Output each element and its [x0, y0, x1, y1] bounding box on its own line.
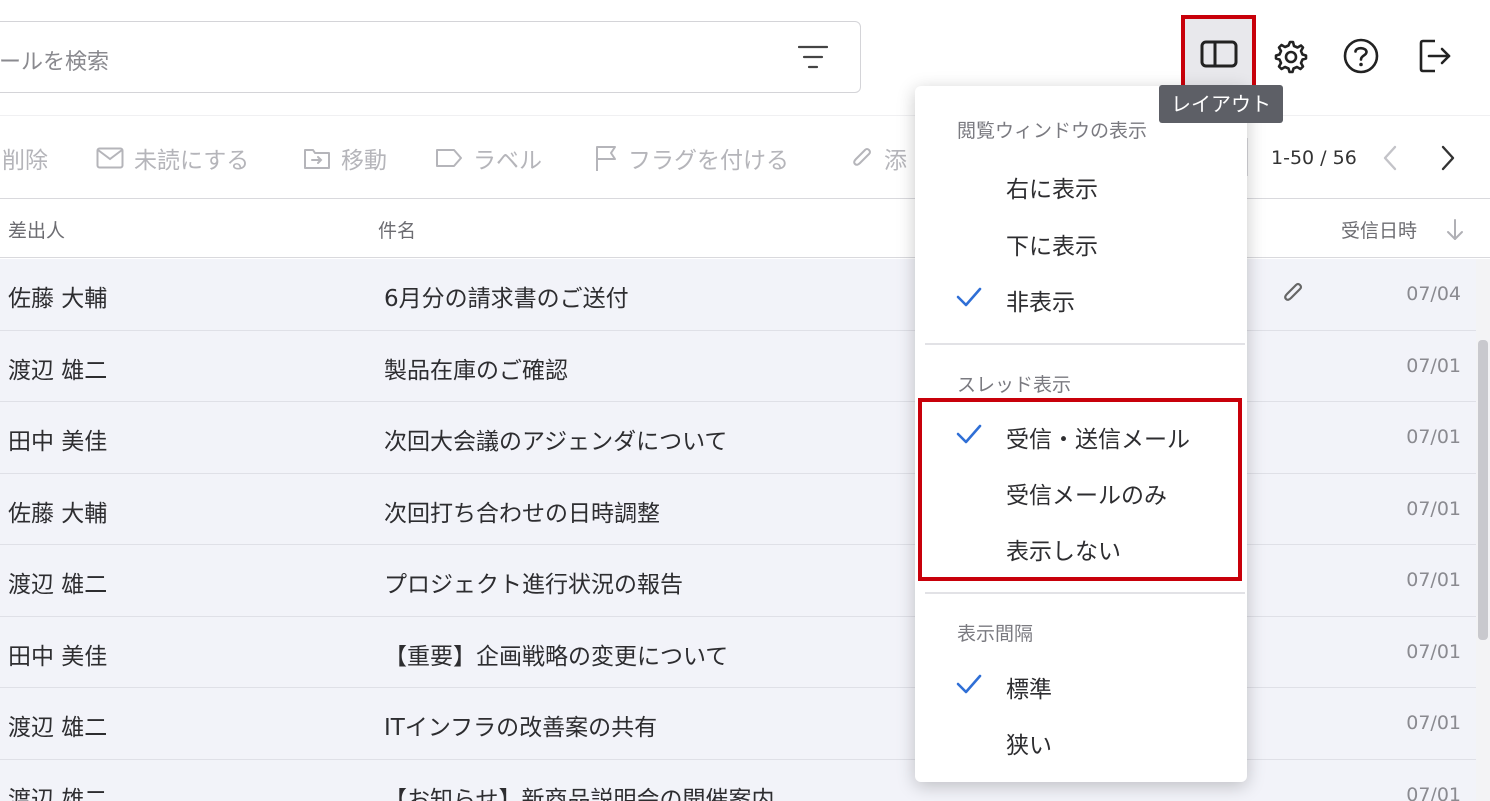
row-sender: 田中 美佳 [8, 429, 108, 455]
flag-icon [596, 146, 616, 171]
table-row[interactable]: 渡辺 雄二 ITインフラの改善案の共有 07/01 [0, 688, 1476, 760]
pager-range: 1-50 / 56 [1271, 147, 1357, 169]
scrollbar-thumb[interactable] [1478, 340, 1488, 640]
checkmark-icon [956, 674, 982, 694]
mail-list: 佐藤 大輔 6月分の請求書のご送付 07/04 渡辺 雄二 製品在庫のご確認 0… [0, 259, 1476, 801]
menu-item-label: 受信メールのみ [1006, 483, 1167, 509]
flag-button[interactable]: フラグを付ける [594, 141, 789, 175]
move-button[interactable]: 移動 [303, 141, 387, 175]
menu-item-density-compact[interactable]: 狭い [915, 716, 1247, 766]
row-sender: 佐藤 大輔 [8, 500, 108, 527]
attachment-icon [1284, 282, 1303, 301]
row-date: 07/01 [1406, 426, 1461, 448]
layout-menu: 閲覧ウィンドウの表示 右に表示 下に表示 非表示 スレッド表示 受信・送信メール… [915, 86, 1247, 782]
menu-item-label: 受信・送信メール [1006, 427, 1190, 453]
chevron-left-icon[interactable] [1378, 144, 1404, 172]
row-date: 07/01 [1406, 497, 1461, 520]
row-date: 07/04 [1406, 283, 1461, 305]
row-sender: 渡辺 雄二 [8, 572, 108, 598]
menu-item-show-bottom[interactable]: 下に表示 [915, 217, 1247, 267]
table-row[interactable]: 田中 美佳 次回大会議のアジェンダについて 07/01 [0, 402, 1476, 474]
row-sender: 渡辺 雄二 [8, 715, 108, 741]
mail-table-header: 差出人 件名 受信日時 [0, 199, 1490, 258]
help-button[interactable] [1339, 34, 1383, 78]
row-sender: 田中 美佳 [8, 643, 108, 670]
row-subject: プロジェクト進行状況の報告 [384, 572, 683, 598]
menu-item-label: 表示しない [1006, 539, 1121, 565]
row-subject: 次回打ち合わせの日時調整 [384, 500, 660, 527]
row-sender: 佐藤 大輔 [8, 286, 108, 312]
row-subject: 製品在庫のご確認 [384, 357, 568, 384]
table-row[interactable]: 渡辺 雄二 プロジェクト進行状況の報告 07/01 [0, 545, 1476, 617]
mail-icon [96, 147, 124, 169]
table-row[interactable]: 佐藤 大輔 6月分の請求書のご送付 07/04 [0, 259, 1476, 331]
checkmark-icon [956, 424, 982, 444]
row-date: 07/01 [1406, 569, 1461, 591]
row-sender: 渡辺 雄二 [8, 786, 108, 801]
sort-down-icon[interactable] [1444, 217, 1466, 243]
row-sender: 渡辺 雄二 [8, 357, 108, 384]
row-subject: ITインフラの改善案の共有 [384, 715, 658, 741]
layout-icon [1200, 40, 1237, 67]
logout-icon [1419, 39, 1451, 73]
row-subject: 【お知らせ】新商品説明会の開催案内 [384, 786, 775, 801]
label-button[interactable]: ラベル [435, 141, 542, 175]
menu-item-label: 下に表示 [1006, 234, 1098, 260]
table-row[interactable]: 佐藤 大輔 次回打ち合わせの日時調整 07/01 [0, 473, 1476, 545]
help-icon [1343, 38, 1379, 74]
menu-item-thread-all[interactable]: 受信・送信メール [915, 410, 1247, 460]
paperclip-icon [853, 148, 871, 166]
row-date: 07/01 [1406, 712, 1461, 734]
table-row[interactable]: 渡辺 雄二 製品在庫のご確認 07/01 [0, 330, 1476, 402]
menu-item-thread-received[interactable]: 受信メールのみ [915, 466, 1247, 516]
menu-item-thread-off[interactable]: 表示しない [915, 522, 1247, 572]
delete-label: 削除 [2, 148, 48, 174]
filter-icon[interactable] [798, 44, 828, 70]
column-header-received[interactable]: 受信日時 [1341, 216, 1417, 243]
attach-label: 添 [884, 148, 907, 174]
logout-button[interactable] [1412, 34, 1456, 78]
row-subject: 次回大会議のアジェンダについて [384, 429, 728, 455]
attach-button[interactable]: 添 [850, 141, 907, 175]
pager-divider [1247, 138, 1248, 176]
delete-button[interactable]: 削除 [2, 141, 48, 175]
mark-unread-label: 未読にする [134, 148, 250, 174]
label-label: ラベル [473, 148, 542, 174]
column-header-sender[interactable]: 差出人 [8, 216, 65, 243]
menu-item-label: 右に表示 [1006, 177, 1098, 203]
flag-label: フラグを付ける [628, 148, 789, 174]
menu-item-label: 狭い [1006, 733, 1052, 759]
label-tag-icon [436, 149, 462, 167]
menu-item-show-right[interactable]: 右に表示 [915, 160, 1247, 210]
search-placeholder: ールを検索 [0, 50, 110, 75]
table-row[interactable]: 渡辺 雄二 【お知らせ】新商品説明会の開催案内 07/01 [0, 759, 1476, 801]
menu-item-density-standard[interactable]: 標準 [915, 660, 1247, 710]
settings-button[interactable] [1268, 34, 1312, 78]
move-folder-icon [304, 149, 330, 169]
menu-divider [925, 592, 1245, 594]
gear-icon [1274, 40, 1308, 74]
menu-divider [925, 343, 1245, 345]
layout-tooltip: レイアウト [1159, 85, 1283, 123]
move-label: 移動 [341, 148, 387, 174]
row-subject: 【重要】企画戦略の変更について [384, 643, 729, 670]
search-input[interactable]: ールを検索 [0, 21, 861, 93]
reading-pane-title: 閲覧ウィンドウの表示 [957, 120, 1148, 142]
table-row[interactable]: 田中 美佳 【重要】企画戦略の変更について 07/01 [0, 616, 1476, 688]
row-subject: 6月分の請求書のご送付 [384, 286, 629, 312]
column-header-subject[interactable]: 件名 [378, 216, 416, 243]
menu-item-label: 非表示 [1006, 290, 1075, 316]
action-toolbar: 削除 未読にする 移動 ラベル フラグを付ける 添 1-50 / 56 [0, 115, 1490, 199]
row-date: 07/01 [1406, 640, 1461, 663]
row-date: 07/01 [1406, 354, 1461, 377]
row-date: 07/01 [1406, 783, 1461, 801]
menu-item-hide[interactable]: 非表示 [915, 273, 1247, 323]
layout-button[interactable] [1181, 15, 1256, 92]
chevron-right-icon[interactable] [1434, 144, 1460, 172]
thread-title: スレッド表示 [957, 374, 1072, 396]
checkmark-icon [956, 287, 982, 307]
mark-unread-button[interactable]: 未読にする [96, 141, 249, 175]
menu-item-label: 標準 [1006, 677, 1052, 703]
density-title: 表示間隔 [957, 623, 1034, 645]
